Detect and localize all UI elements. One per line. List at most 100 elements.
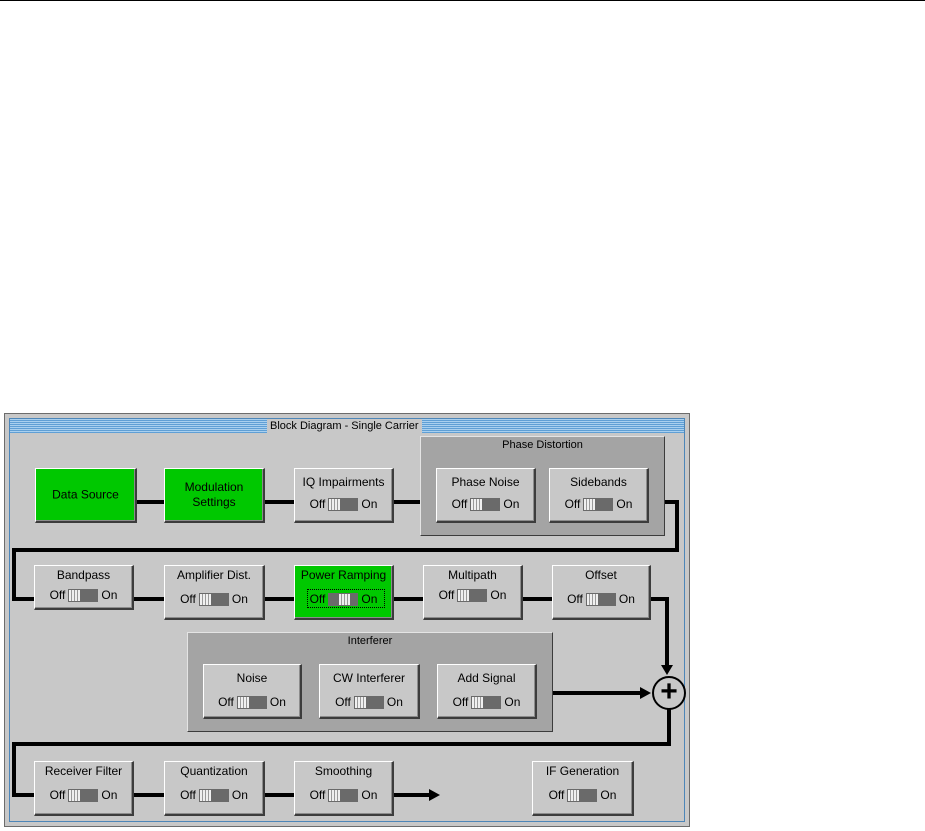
data-source-block[interactable]: Data Source — [35, 468, 137, 523]
smoothing-label: Smoothing — [314, 764, 373, 778]
interferer-title: Interferer — [347, 635, 393, 647]
phase-noise-toggle[interactable]: Off On — [437, 497, 534, 511]
iq-impairments-toggle[interactable]: Off On — [295, 497, 392, 511]
wire-return-1 — [12, 548, 679, 552]
toggle-knob — [354, 696, 366, 708]
toggle-knob — [568, 789, 580, 801]
amplifier-dist-toggle[interactable]: Off On — [165, 592, 263, 606]
iq-impairments-label: IQ Impairments — [302, 475, 385, 489]
amplifier-dist-block[interactable]: Amplifier Dist. Off On — [164, 565, 265, 620]
bandpass-block[interactable]: Bandpass Off On — [34, 565, 134, 610]
wire-quant-smooth — [265, 793, 294, 797]
amplifier-dist-label: Amplifier Dist. — [176, 568, 251, 582]
noise-block[interactable]: Noise Off On — [203, 664, 302, 719]
noise-toggle[interactable]: Off On — [204, 695, 300, 709]
toggle-switch[interactable] — [567, 788, 598, 802]
smoothing-toggle[interactable]: Off On — [295, 788, 392, 802]
toggle-on-label: On — [361, 497, 378, 511]
toggle-switch[interactable] — [198, 788, 229, 802]
toggle-switch[interactable] — [328, 592, 359, 606]
wire-into-bandpass — [12, 597, 34, 601]
toggle-on-label: On — [503, 497, 520, 511]
toggle-off-label: Off — [218, 695, 234, 709]
modulation-settings-block[interactable]: Modulation Settings — [164, 468, 265, 523]
quantization-toggle[interactable]: Off On — [165, 788, 263, 802]
wire-down-to-sum — [665, 597, 669, 667]
receiver-filter-toggle[interactable]: Off On — [35, 788, 132, 802]
toggle-knob — [69, 789, 81, 801]
toggle-on-label: On — [386, 695, 403, 709]
offset-label: Offset — [585, 568, 617, 582]
toggle-knob — [237, 696, 249, 708]
smoothing-block[interactable]: Smoothing Off On — [294, 761, 394, 816]
toggle-switch[interactable] — [328, 788, 359, 802]
toggle-knob — [339, 593, 351, 605]
toggle-off-label: Off — [49, 788, 66, 802]
offset-block[interactable]: Offset Off On — [552, 565, 651, 620]
toggle-switch[interactable] — [585, 592, 616, 606]
noise-label: Noise — [236, 671, 268, 685]
toggle-off-label: Off — [567, 592, 583, 606]
wire-receiver-quant — [134, 793, 164, 797]
cw-interferer-block[interactable]: CW Interferer Off On — [319, 664, 420, 719]
toggle-knob — [199, 593, 211, 605]
summing-junction-icon: + — [652, 676, 686, 710]
wire-left-down-2 — [12, 742, 16, 797]
toggle-off-label: Off — [180, 788, 196, 802]
toggle-off-label: Off — [309, 592, 326, 606]
multipath-block[interactable]: Multipath Off On — [423, 565, 523, 620]
toggle-knob — [586, 593, 598, 605]
cw-interferer-toggle[interactable]: Off On — [320, 695, 418, 709]
toggle-switch[interactable] — [198, 592, 229, 606]
if-generation-toggle[interactable]: Off On — [533, 788, 632, 802]
toggle-on-label: On — [361, 788, 378, 802]
add-signal-block[interactable]: Add Signal Off On — [437, 664, 537, 719]
wire-sum-down — [667, 709, 671, 746]
power-ramping-block[interactable]: Power Ramping Off On — [294, 565, 394, 620]
toggle-switch[interactable] — [470, 497, 501, 511]
toggle-on-label: On — [269, 695, 286, 709]
iq-impairments-block[interactable]: IQ Impairments Off On — [294, 468, 394, 523]
wire-power-multipath — [394, 597, 423, 601]
toggle-switch[interactable] — [583, 497, 614, 511]
toggle-switch[interactable] — [236, 695, 267, 709]
wire-interferer-sum — [551, 691, 641, 695]
toggle-on-label: On — [231, 592, 248, 606]
receiver-filter-label: Receiver Filter — [44, 764, 123, 778]
bandpass-toggle[interactable]: Off On — [35, 588, 132, 602]
if-generation-block[interactable]: IF Generation Off On — [532, 761, 634, 816]
toggle-on-label: On — [618, 592, 635, 606]
add-signal-label: Add Signal — [457, 671, 516, 685]
quantization-block[interactable]: Quantization Off On — [164, 761, 265, 816]
phase-noise-label: Phase Noise — [451, 475, 520, 489]
multipath-toggle[interactable]: Off On — [424, 588, 521, 602]
wire-multipath-offset — [523, 597, 552, 601]
toggle-switch[interactable] — [68, 588, 99, 602]
toggle-switch[interactable] — [457, 588, 488, 602]
offset-toggle[interactable]: Off On — [553, 592, 649, 606]
toggle-switch[interactable] — [68, 788, 99, 802]
block-diagram-panel: Block Diagram - Single Carrier Phase Dis… — [9, 418, 686, 822]
title-bar: Block Diagram - Single Carrier — [10, 419, 684, 433]
add-signal-toggle[interactable]: Off On — [438, 695, 535, 709]
arrow-smoothing-out — [429, 789, 440, 801]
toggle-switch[interactable] — [471, 695, 502, 709]
block-diagram-window: Block Diagram - Single Carrier Phase Dis… — [4, 413, 690, 827]
toggle-off-label: Off — [451, 497, 468, 511]
toggle-off-label: Off — [180, 592, 196, 606]
wire-datasource-modulation — [137, 500, 164, 504]
power-ramping-toggle[interactable]: Off On — [295, 592, 392, 606]
toggle-knob — [69, 589, 81, 601]
toggle-on-label: On — [504, 695, 521, 709]
toggle-on-label: On — [101, 788, 118, 802]
toggle-off-label: Off — [335, 695, 351, 709]
toggle-switch[interactable] — [328, 497, 359, 511]
sidebands-block[interactable]: Sidebands Off On — [549, 468, 649, 523]
sidebands-toggle[interactable]: Off On — [550, 497, 647, 511]
phase-noise-block[interactable]: Phase Noise Off On — [436, 468, 536, 523]
bandpass-label: Bandpass — [56, 568, 111, 582]
receiver-filter-block[interactable]: Receiver Filter Off On — [34, 761, 134, 816]
cw-interferer-label: CW Interferer — [332, 671, 405, 685]
toggle-on-label: On — [101, 588, 118, 602]
toggle-switch[interactable] — [353, 695, 384, 709]
